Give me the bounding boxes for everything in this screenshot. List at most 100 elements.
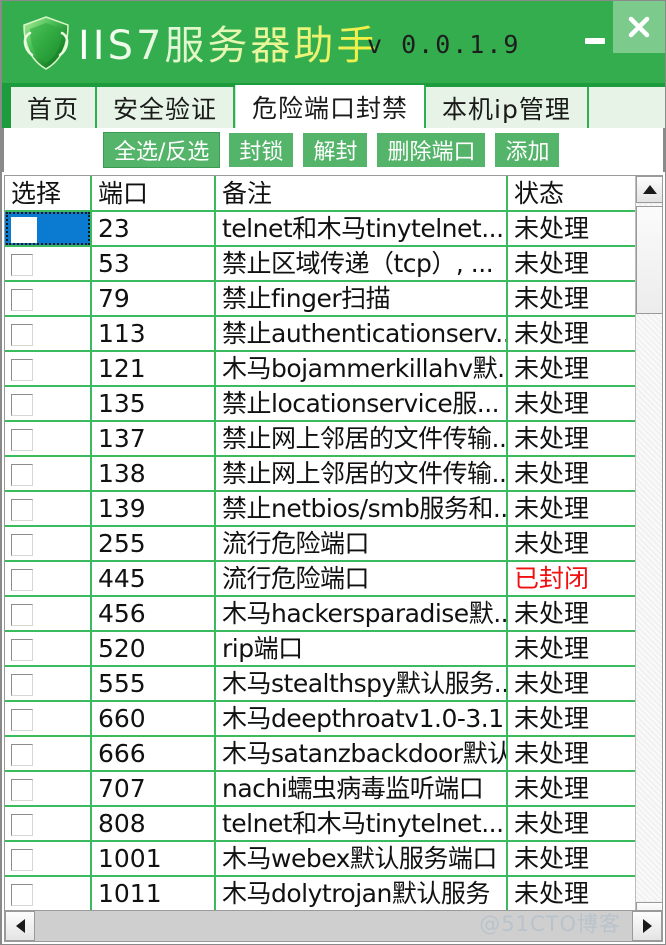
row-select-cell[interactable] (5, 631, 92, 667)
scroll-left-button[interactable] (5, 911, 35, 941)
table-row[interactable]: 520 rip端口 未处理 (5, 631, 639, 667)
delete-port-button[interactable]: 删除端口 (377, 133, 486, 167)
row-checkbox[interactable] (11, 849, 33, 871)
row-checkbox[interactable] (11, 639, 33, 661)
row-checkbox[interactable] (11, 394, 33, 416)
cell-note: 禁止authenticationserv... (215, 316, 508, 352)
row-checkbox[interactable] (11, 324, 33, 346)
row-select-cell[interactable] (5, 246, 92, 282)
table-row[interactable]: 707 nachi蠕虫病毒监听端口 未处理 (5, 771, 639, 807)
table-row[interactable]: 113 禁止authenticationserv... 未处理 (5, 316, 639, 352)
scroll-up-button[interactable] (636, 176, 662, 203)
cell-port: 445 (91, 561, 216, 597)
row-checkbox[interactable] (11, 569, 33, 591)
table-row[interactable]: 456 木马hackersparadise默... 未处理 (5, 596, 639, 632)
column-header-note[interactable]: 备注 (215, 176, 508, 212)
row-select-cell[interactable] (5, 351, 92, 387)
row-checkbox[interactable] (11, 359, 33, 381)
cell-note: 流行危险端口 (215, 526, 508, 562)
status-badge: 未处理 (507, 456, 639, 492)
table-row[interactable]: 139 禁止netbios/smb服务和... 未处理 (5, 491, 639, 527)
app-version: v 0.0.1.9 (367, 30, 521, 59)
row-select-cell[interactable] (5, 526, 92, 562)
table-row[interactable]: 445 流行危险端口 已封闭 (5, 561, 639, 597)
select-all-invert-button[interactable]: 全选/反选 (104, 133, 220, 167)
status-badge: 未处理 (507, 841, 639, 877)
horizontal-scroll-track[interactable] (35, 911, 632, 941)
row-checkbox[interactable] (11, 217, 37, 243)
vertical-scroll-thumb[interactable] (636, 206, 662, 314)
row-checkbox[interactable] (11, 604, 33, 626)
tab-local-ip-management[interactable]: 本机ip管理 (426, 87, 589, 128)
scroll-right-button[interactable] (632, 911, 662, 941)
row-select-cell[interactable] (5, 316, 92, 352)
table-row[interactable]: 138 禁止网上邻居的文件传输... 未处理 (5, 456, 639, 492)
add-button[interactable]: 添加 (495, 133, 560, 167)
row-select-cell[interactable] (5, 736, 92, 772)
cell-note: 禁止网上邻居的文件传输... (215, 421, 508, 457)
row-select-cell[interactable] (5, 841, 92, 877)
block-button[interactable]: 封锁 (229, 133, 294, 167)
row-checkbox[interactable] (11, 499, 33, 521)
row-checkbox[interactable] (11, 534, 33, 556)
row-select-cell[interactable] (5, 561, 92, 597)
row-select-cell[interactable] (5, 281, 92, 317)
row-select-cell[interactable] (5, 666, 92, 702)
table-row[interactable]: 660 木马deepthroatv1.0-3.1... 未处理 (5, 701, 639, 737)
vertical-scrollbar[interactable] (635, 176, 662, 929)
status-badge: 未处理 (507, 491, 639, 527)
table-row[interactable]: 121 木马bojammerkillahv默... 未处理 (5, 351, 639, 387)
row-select-cell[interactable] (5, 806, 92, 842)
status-badge: 未处理 (507, 211, 639, 247)
row-checkbox[interactable] (11, 289, 33, 311)
row-select-cell[interactable] (5, 456, 92, 492)
row-checkbox[interactable] (11, 464, 33, 486)
row-select-cell[interactable] (5, 701, 92, 737)
table-row[interactable]: 555 木马stealthspy默认服务... 未处理 (5, 666, 639, 702)
row-select-cell[interactable] (5, 211, 92, 247)
tab-dangerous-port-block[interactable]: 危险端口封禁 (235, 85, 427, 128)
cell-port: 520 (91, 631, 216, 667)
table-row[interactable]: 53 禁止区域传递（tcp）, ... 未处理 (5, 246, 639, 282)
row-checkbox[interactable] (11, 884, 33, 906)
horizontal-scrollbar[interactable] (4, 910, 663, 942)
column-header-status[interactable]: 状态 (507, 176, 639, 212)
tab-security-verification[interactable]: 安全验证 (97, 87, 236, 128)
minimize-button[interactable] (577, 23, 613, 59)
row-checkbox[interactable] (11, 814, 33, 836)
table-row[interactable]: 23 telnet和木马tinytelnet... 未处理 (5, 211, 639, 247)
cell-port: 137 (91, 421, 216, 457)
row-checkbox[interactable] (11, 744, 33, 766)
table-row[interactable]: 1011 木马dolytrojan默认服务 未处理 (5, 876, 639, 912)
row-select-cell[interactable] (5, 596, 92, 632)
table-row[interactable]: 135 禁止locationservice服... 未处理 (5, 386, 639, 422)
table-row[interactable]: 137 禁止网上邻居的文件传输... 未处理 (5, 421, 639, 457)
row-checkbox[interactable] (11, 429, 33, 451)
toolbar: 全选/反选 封锁 解封 删除端口 添加 (2, 128, 665, 172)
table-row[interactable]: 255 流行危险端口 未处理 (5, 526, 639, 562)
row-select-cell[interactable] (5, 491, 92, 527)
row-checkbox[interactable] (11, 709, 33, 731)
tab-home[interactable]: 首页 (11, 87, 98, 128)
table-row[interactable]: 1001 木马webex默认服务端口 未处理 (5, 841, 639, 877)
row-checkbox[interactable] (11, 674, 33, 696)
close-button[interactable] (613, 1, 665, 53)
row-checkbox[interactable] (11, 254, 33, 276)
table-row[interactable]: 808 telnet和木马tinytelnet... 未处理 (5, 806, 639, 842)
row-select-cell[interactable] (5, 771, 92, 807)
status-badge: 未处理 (507, 596, 639, 632)
row-select-cell[interactable] (5, 421, 92, 457)
unblock-button[interactable]: 解封 (303, 133, 368, 167)
table-row[interactable]: 79 禁止finger扫描 未处理 (5, 281, 639, 317)
table-row[interactable]: 666 木马satanzbackdoor默认... 未处理 (5, 736, 639, 772)
port-table: 选择 端口 备注 状态 23 telnet和木马tinytelnet... 未处理 5… (5, 176, 639, 912)
tab-dangerous-port-block-label: 危险端口封禁 (252, 93, 409, 123)
column-header-port[interactable]: 端口 (91, 176, 216, 212)
row-checkbox[interactable] (11, 779, 33, 801)
status-badge: 未处理 (507, 701, 639, 737)
tab-bar-filler (588, 87, 665, 128)
column-header-select[interactable]: 选择 (5, 176, 92, 212)
cell-port: 138 (91, 456, 216, 492)
row-select-cell[interactable] (5, 386, 92, 422)
row-select-cell[interactable] (5, 876, 92, 912)
